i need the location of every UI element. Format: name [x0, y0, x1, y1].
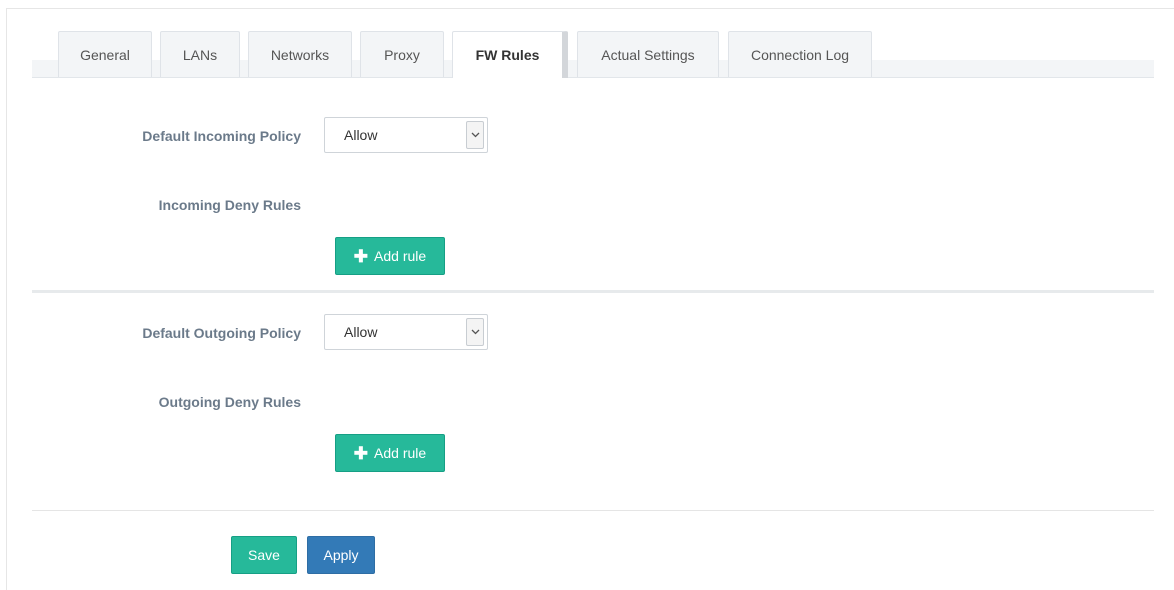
- outgoing-deny-rules-label: Outgoing Deny Rules: [158, 394, 301, 410]
- tab-proxy[interactable]: Proxy: [360, 31, 444, 77]
- add-rule-label: Add rule: [374, 445, 427, 461]
- tab-lans[interactable]: LANs: [160, 31, 240, 77]
- tab-label: Actual Settings: [601, 46, 695, 63]
- add-rule-label: Add rule: [374, 248, 427, 264]
- footer-divider: [32, 510, 1154, 511]
- chevron-down-icon: [466, 121, 484, 149]
- save-button[interactable]: Save: [231, 536, 297, 574]
- chevron-down-icon: [466, 318, 484, 346]
- tab-fw-rules[interactable]: FW Rules: [452, 31, 568, 78]
- incoming-policy-value: Allow: [344, 127, 378, 143]
- plus-icon: ✚: [353, 443, 369, 463]
- incoming-policy-select[interactable]: Allow: [324, 117, 488, 153]
- incoming-policy-label: Default Incoming Policy: [142, 128, 301, 144]
- incoming-deny-rules-label: Incoming Deny Rules: [158, 197, 301, 213]
- section-divider: [32, 290, 1154, 293]
- tab-label: Proxy: [384, 46, 420, 63]
- plus-icon: ✚: [353, 246, 369, 266]
- save-label: Save: [248, 547, 280, 563]
- tab-label: General: [80, 46, 130, 63]
- apply-label: Apply: [323, 547, 359, 563]
- incoming-add-rule-button[interactable]: ✚ Add rule: [335, 237, 445, 275]
- outgoing-policy-select[interactable]: Allow: [324, 314, 488, 350]
- tab-general[interactable]: General: [58, 31, 152, 77]
- tab-label: Networks: [270, 46, 330, 63]
- apply-button[interactable]: Apply: [307, 536, 375, 574]
- tab-networks[interactable]: Networks: [248, 31, 352, 77]
- tab-actual-settings[interactable]: Actual Settings: [577, 31, 719, 77]
- outgoing-policy-label: Default Outgoing Policy: [142, 325, 301, 341]
- tab-label: FW Rules: [475, 47, 540, 63]
- tab-connection-log[interactable]: Connection Log: [728, 31, 872, 77]
- tab-label: LANs: [182, 46, 218, 63]
- tab-label: Connection Log: [750, 46, 850, 63]
- content-panel: [6, 8, 1174, 590]
- outgoing-add-rule-button[interactable]: ✚ Add rule: [335, 434, 445, 472]
- outgoing-policy-value: Allow: [344, 324, 378, 340]
